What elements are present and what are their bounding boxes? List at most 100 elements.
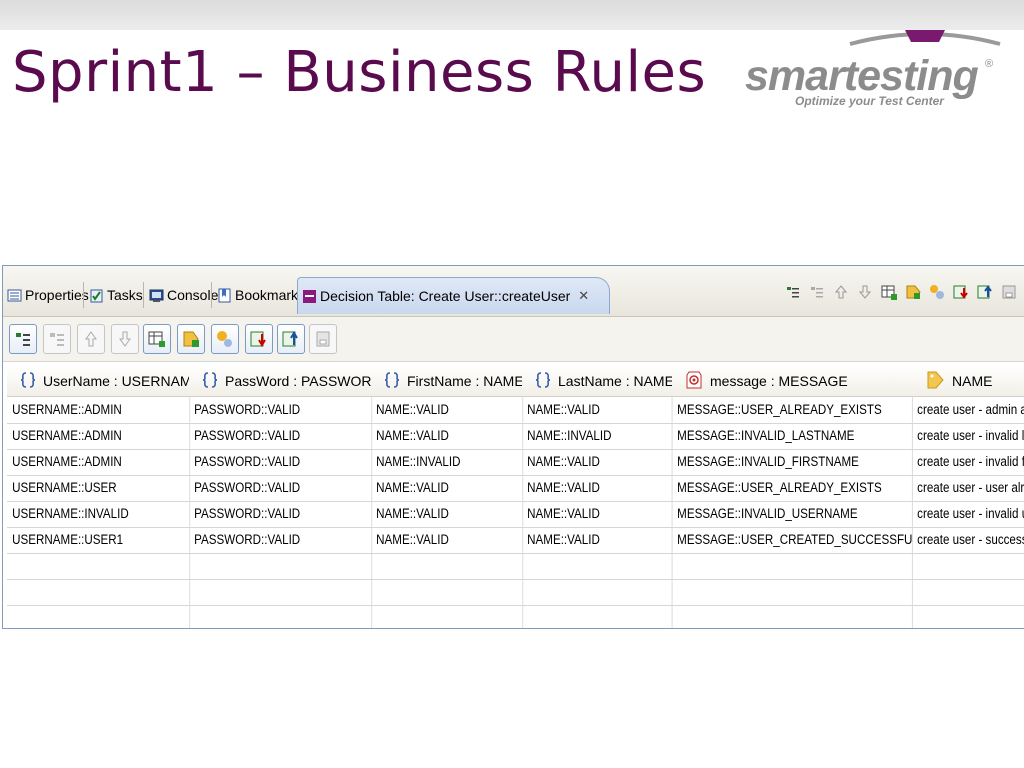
tab-decision-table[interactable]: Decision Table: Create User::createUser …: [297, 277, 611, 314]
table-cell[interactable]: PASSWORD::VALID: [189, 423, 372, 449]
tab-separator: [211, 282, 212, 308]
table-cell[interactable]: NAME::VALID: [371, 475, 523, 501]
export-button[interactable]: [277, 324, 305, 354]
import-button[interactable]: [245, 324, 273, 354]
save-button[interactable]: [309, 324, 337, 354]
table-cell[interactable]: create user - invalid l: [912, 423, 1024, 449]
table-cell[interactable]: USERNAME::INVALID: [7, 501, 190, 527]
table-cell[interactable]: create user - admin a: [912, 397, 1024, 423]
table-row[interactable]: USERNAME::USER1 PASSWORD::VALID NAME::VALI…: [7, 527, 1024, 554]
arrow-up-icon[interactable]: [831, 282, 851, 302]
move-up-button[interactable]: [77, 324, 105, 354]
add-row-icon[interactable]: [783, 282, 803, 302]
table-cell[interactable]: [672, 605, 913, 628]
table-cell[interactable]: create user - success: [912, 527, 1024, 553]
table-cell[interactable]: [522, 553, 673, 579]
table-cell[interactable]: [912, 553, 1024, 579]
table-cell[interactable]: PASSWORD::VALID: [189, 475, 372, 501]
tab-bookmarks[interactable]: Bookmarks: [217, 280, 305, 310]
table-row[interactable]: USERNAME::USER PASSWORD::VALID NAME::VALID…: [7, 475, 1024, 502]
table-row[interactable]: [7, 553, 1024, 580]
table-cell[interactable]: USERNAME::USER: [7, 475, 190, 501]
table-cell[interactable]: [912, 579, 1024, 605]
column-header-username[interactable]: UserName : USERNAME: [7, 366, 190, 397]
properties-icon: [7, 289, 22, 301]
table-cell[interactable]: NAME::VALID: [371, 423, 523, 449]
table-cell[interactable]: MESSAGE::USER_ALREADY_EXISTS: [672, 475, 913, 501]
table-cell[interactable]: create user - invalid u: [912, 501, 1024, 527]
table-cell[interactable]: USERNAME::ADMIN: [7, 423, 190, 449]
table-cell[interactable]: MESSAGE::INVALID_LASTNAME: [672, 423, 913, 449]
table-cell[interactable]: [189, 553, 372, 579]
import-icon[interactable]: [951, 282, 971, 302]
table-cell[interactable]: PASSWORD::VALID: [189, 397, 372, 423]
table-cell[interactable]: NAME::VALID: [522, 475, 673, 501]
table-cell[interactable]: [672, 553, 913, 579]
tab-console[interactable]: Console: [149, 280, 218, 310]
remove-row-button[interactable]: [43, 324, 71, 354]
add-tag-button[interactable]: [177, 324, 205, 354]
export-icon[interactable]: [975, 282, 995, 302]
tab-properties[interactable]: Properties: [7, 280, 89, 310]
save-icon[interactable]: [999, 282, 1019, 302]
move-down-button[interactable]: [111, 324, 139, 354]
table-cell[interactable]: MESSAGE::INVALID_USERNAME: [672, 501, 913, 527]
column-header-password[interactable]: PassWord : PASSWORD: [189, 366, 372, 397]
table-cell[interactable]: NAME::VALID: [522, 449, 673, 475]
table-cell[interactable]: [672, 579, 913, 605]
table-cell[interactable]: [371, 553, 523, 579]
table-cell[interactable]: create user - user alr: [912, 475, 1024, 501]
table-cell[interactable]: USERNAME::ADMIN: [7, 449, 190, 475]
remove-row-icon: [50, 333, 64, 346]
table-cell[interactable]: [371, 579, 523, 605]
table-row[interactable]: [7, 605, 1024, 628]
close-icon[interactable]: ✕: [578, 288, 589, 304]
table-cell[interactable]: PASSWORD::VALID: [189, 527, 372, 553]
table-cell[interactable]: NAME::INVALID: [371, 449, 523, 475]
table-row[interactable]: [7, 579, 1024, 606]
table-cell[interactable]: NAME::VALID: [522, 501, 673, 527]
tab-tasks[interactable]: Tasks: [89, 280, 143, 310]
table-cell[interactable]: [522, 605, 673, 628]
table-row[interactable]: USERNAME::INVALID PASSWORD::VALID NAME::VA…: [7, 501, 1024, 528]
column-header-lastname[interactable]: LastName : NAME: [522, 366, 673, 397]
add-tag-icon[interactable]: [903, 282, 923, 302]
table-cell[interactable]: NAME::INVALID: [522, 423, 673, 449]
table-row[interactable]: USERNAME::ADMIN PASSWORD::VALID NAME::VALI…: [7, 423, 1024, 450]
table-row[interactable]: USERNAME::ADMIN PASSWORD::VALID NAME::INVA…: [7, 449, 1024, 476]
table-cell[interactable]: [7, 553, 190, 579]
table-cell[interactable]: [912, 605, 1024, 628]
table-cell[interactable]: [371, 605, 523, 628]
remove-row-icon[interactable]: [807, 282, 827, 302]
table-cell[interactable]: USERNAME::USER1: [7, 527, 190, 553]
add-column-button[interactable]: [143, 324, 171, 354]
table-row[interactable]: USERNAME::ADMIN PASSWORD::VALID NAME::VALI…: [7, 397, 1024, 424]
add-row-button[interactable]: [9, 324, 37, 354]
table-cell[interactable]: MESSAGE::USER_CREATED_SUCCESSFULLY: [672, 527, 913, 553]
table-cell[interactable]: NAME::VALID: [522, 397, 673, 423]
decision-table-icon: [303, 289, 316, 303]
column-header-firstname[interactable]: FirstName : NAME: [371, 366, 523, 397]
table-cell[interactable]: [189, 579, 372, 605]
parameter-icon: [535, 371, 551, 392]
table-cell[interactable]: MESSAGE::INVALID_FIRSTNAME: [672, 449, 913, 475]
table-cell[interactable]: NAME::VALID: [522, 527, 673, 553]
table-cell[interactable]: NAME::VALID: [371, 397, 523, 423]
table-cell[interactable]: PASSWORD::VALID: [189, 501, 372, 527]
arrow-down-icon[interactable]: [855, 282, 875, 302]
table-cell[interactable]: create user - invalid f: [912, 449, 1024, 475]
table-cell[interactable]: PASSWORD::VALID: [189, 449, 372, 475]
table-cell[interactable]: MESSAGE::USER_ALREADY_EXISTS: [672, 397, 913, 423]
table-cell[interactable]: USERNAME::ADMIN: [7, 397, 190, 423]
column-header-name-tag[interactable]: NAME: [912, 366, 1024, 397]
add-value-icon[interactable]: [927, 282, 947, 302]
add-column-icon[interactable]: [879, 282, 899, 302]
table-cell[interactable]: NAME::VALID: [371, 501, 523, 527]
table-cell[interactable]: [7, 579, 190, 605]
table-cell[interactable]: NAME::VALID: [371, 527, 523, 553]
table-cell[interactable]: [7, 605, 190, 628]
table-cell[interactable]: [189, 605, 372, 628]
column-header-message[interactable]: message : MESSAGE: [672, 366, 913, 397]
table-cell[interactable]: [522, 579, 673, 605]
add-value-button[interactable]: [211, 324, 239, 354]
